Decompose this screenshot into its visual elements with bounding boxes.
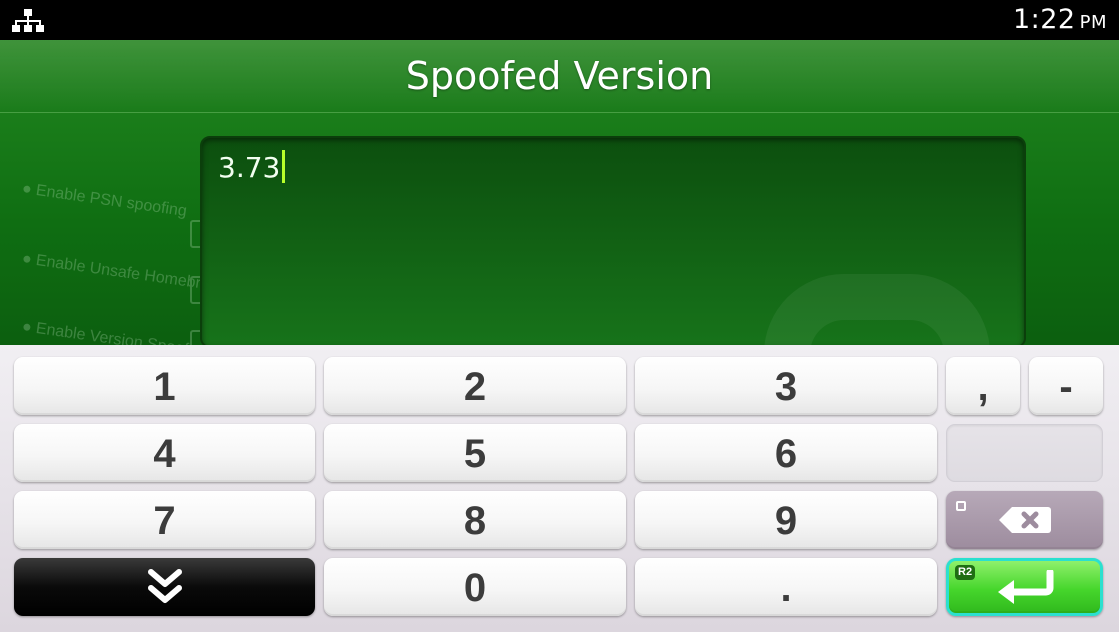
key-3[interactable]: 3 — [635, 357, 937, 415]
key-4[interactable]: 4 — [14, 424, 315, 482]
key-8[interactable]: 8 — [324, 491, 626, 549]
double-chevron-down-icon — [147, 569, 182, 603]
input-value: 3.73 — [218, 150, 286, 184]
status-bar: 1:22 PM — [0, 0, 1119, 40]
key-empty — [946, 424, 1103, 482]
key-7[interactable]: 7 — [14, 491, 315, 549]
dialog-title: Spoofed Version — [405, 54, 714, 98]
backspace-icon — [998, 507, 1051, 533]
dialog-area: Spoofed Version ● Enable PSN spoofing ● … — [0, 40, 1119, 345]
bg-setting-version: ● Enable Version Spoofing — [20, 318, 211, 345]
clock-time: 1:22 — [1012, 4, 1076, 35]
key-9[interactable]: 9 — [635, 491, 937, 549]
key-0[interactable]: 0 — [324, 558, 626, 616]
key-6[interactable]: 6 — [635, 424, 937, 482]
key-5[interactable]: 5 — [324, 424, 626, 482]
enter-arrow-icon — [997, 570, 1053, 604]
text-caret — [282, 150, 286, 183]
key-minus[interactable]: - — [1029, 357, 1103, 415]
clock: 1:22 PM — [1013, 4, 1107, 35]
version-input[interactable]: 3.73 — [200, 136, 1026, 345]
enter-button[interactable]: R2 — [946, 558, 1103, 616]
clock-ampm: PM — [1079, 12, 1107, 33]
numeric-keyboard: 1 2 3 , - 4 5 6 7 8 9 0 . R2 — [0, 345, 1119, 632]
hide-keyboard-button[interactable] — [14, 558, 315, 616]
backspace-button[interactable] — [946, 491, 1103, 549]
dialog-header: Spoofed Version — [0, 40, 1119, 113]
network-icon — [12, 9, 44, 32]
input-text: 3.73 — [218, 151, 281, 184]
r2-button-hint: R2 — [955, 565, 976, 580]
watermark-shape — [764, 274, 990, 345]
key-2[interactable]: 2 — [324, 357, 626, 415]
key-period[interactable]: . — [635, 558, 937, 616]
key-1[interactable]: 1 — [14, 357, 315, 415]
square-button-icon — [956, 501, 966, 511]
bg-setting-psn: ● Enable PSN spoofing — [20, 180, 188, 221]
key-comma[interactable]: , — [946, 357, 1020, 415]
